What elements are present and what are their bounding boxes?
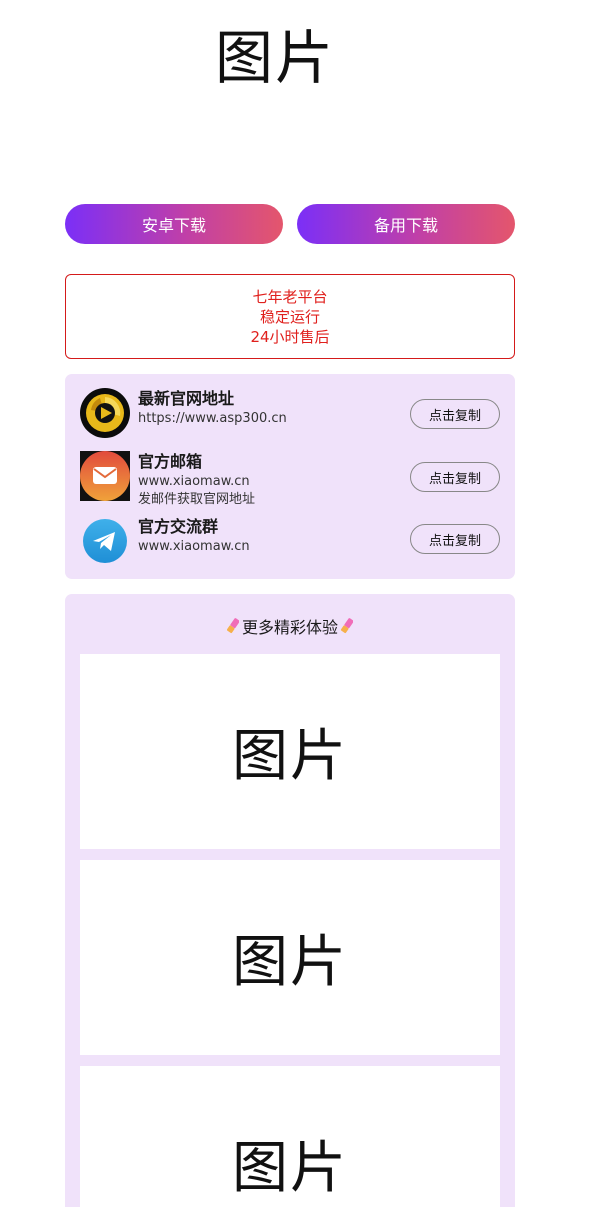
top-image-label: 图片 xyxy=(214,24,335,92)
contact-row-website: 最新官网地址 https://www.asp300.cn 点击复制 xyxy=(80,388,500,440)
more-title: 更多精彩体验 xyxy=(65,614,515,638)
contact-email-hint: 发邮件获取官网地址 xyxy=(138,492,256,507)
contact-title: 官方邮箱 xyxy=(138,452,203,471)
image-label: 图片 xyxy=(232,1136,348,1201)
contact-url: https://www.asp300.cn xyxy=(138,411,287,426)
contact-group-url: www.xiaomaw.cn xyxy=(138,539,250,554)
contact-email: www.xiaomaw.cn xyxy=(138,474,250,489)
play-logo-icon xyxy=(80,388,130,438)
backup-download-button[interactable]: 备用下载 xyxy=(297,204,515,244)
contact-title: 最新官网地址 xyxy=(138,389,235,408)
promo-image-3[interactable]: 图片 xyxy=(80,1066,500,1207)
contact-row-email: 官方邮箱 www.xiaomaw.cn 发邮件获取官网地址 点击复制 xyxy=(80,451,500,509)
more-experience-card: 更多精彩体验 图片 图片 图片 xyxy=(65,594,515,1207)
platform-notice: 七年老平台 稳定运行 24小时售后 xyxy=(65,274,515,359)
contact-title: 官方交流群 xyxy=(138,517,219,536)
eraser-icon xyxy=(340,616,354,636)
more-title-text: 更多精彩体验 xyxy=(241,618,338,637)
contact-card: 最新官网地址 https://www.asp300.cn 点击复制 官方邮箱 w… xyxy=(65,374,515,579)
promo-image-2[interactable]: 图片 xyxy=(80,860,500,1055)
contact-info: 官方邮箱 www.xiaomaw.cn 发邮件获取官网地址 xyxy=(138,451,255,509)
promo-image-1[interactable]: 图片 xyxy=(80,654,500,849)
android-download-button[interactable]: 安卓下载 xyxy=(65,204,283,244)
image-label: 图片 xyxy=(232,724,348,789)
download-buttons: 安卓下载 备用下载 xyxy=(65,204,515,244)
copy-button-email[interactable]: 点击复制 xyxy=(410,462,500,492)
eraser-icon xyxy=(226,616,240,636)
notice-line: 24小时售后 xyxy=(250,327,330,346)
telegram-icon xyxy=(80,516,130,566)
copy-button-website[interactable]: 点击复制 xyxy=(410,399,500,429)
mail-icon xyxy=(80,451,130,501)
contact-row-group: 官方交流群 www.xiaomaw.cn 点击复制 xyxy=(80,516,500,566)
notice-line: 稳定运行 xyxy=(259,307,320,326)
copy-button-group[interactable]: 点击复制 xyxy=(410,524,500,554)
contact-info: 官方交流群 www.xiaomaw.cn xyxy=(138,516,250,556)
top-image-placeholder: 图片 xyxy=(0,18,550,92)
contact-info: 最新官网地址 https://www.asp300.cn xyxy=(138,388,287,428)
image-label: 图片 xyxy=(232,930,348,995)
notice-line: 七年老平台 xyxy=(252,287,328,306)
